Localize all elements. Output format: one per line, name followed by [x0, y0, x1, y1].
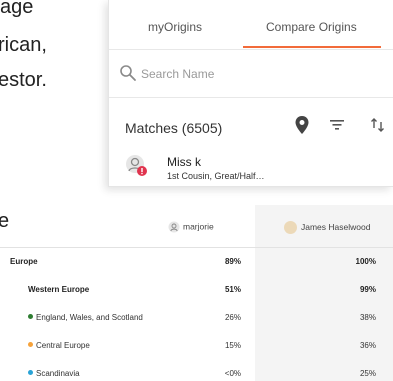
region-label: England, Wales, and Scotland	[28, 304, 143, 332]
region-color-dot	[28, 314, 33, 319]
search-bar	[109, 50, 393, 98]
user-b-percent: 38%	[359, 313, 376, 322]
user-b-percent: 100%	[355, 257, 376, 266]
filter-icon[interactable]	[329, 118, 345, 132]
search-icon	[120, 65, 136, 81]
tab-compare-origins[interactable]: Compare Origins	[266, 20, 357, 34]
region-name: Europe	[10, 257, 38, 266]
background-line: estor.	[0, 69, 47, 91]
tab-myorigins[interactable]: myOrigins	[148, 20, 202, 34]
search-input[interactable]	[141, 64, 371, 84]
map-pin-icon[interactable]	[294, 115, 310, 135]
user-a-percent: 89%	[224, 257, 241, 266]
user-a-percent: 15%	[224, 341, 241, 350]
match-relationship: 1st Cousin, Great/Half…	[167, 171, 265, 181]
background-line: rican,	[0, 34, 47, 56]
user-b-header: James Haselwood	[284, 221, 370, 234]
table-heading-partial: e	[0, 210, 10, 232]
matches-count-label: Matches (6505)	[125, 120, 223, 136]
background-line: age	[0, 0, 34, 18]
region-name: England, Wales, and Scotland	[36, 313, 143, 322]
active-tab-indicator	[243, 46, 381, 48]
region-label: Europe	[10, 248, 38, 276]
region-color-dot	[28, 342, 33, 347]
user-a-name: marjorie	[183, 221, 214, 232]
user-a-percent: <0%	[224, 369, 241, 378]
avatar-icon	[126, 155, 147, 176]
user-avatar-icon	[168, 221, 180, 233]
user-b-name: James Haselwood	[301, 221, 371, 232]
match-list-item[interactable]: Miss k 1st Cousin, Great/Half…	[109, 150, 393, 186]
table-row[interactable]: Central Europe 15% 36%	[0, 332, 393, 360]
sort-icon[interactable]	[369, 116, 387, 134]
user-a-percent: 26%	[224, 313, 241, 322]
user-b-percent: 36%	[359, 341, 376, 350]
region-name: Scandinavia	[36, 369, 80, 378]
user-b-percent: 25%	[359, 369, 376, 378]
region-name: Central Europe	[36, 341, 90, 350]
table-row[interactable]: Scandinavia <0% 25%	[0, 360, 393, 381]
region-name: Western Europe	[28, 285, 90, 294]
region-color-dot	[28, 370, 33, 375]
table-row[interactable]: Europe 89% 100%	[0, 248, 393, 276]
compare-origins-popup: myOrigins Compare Origins Matches (6505)	[108, 0, 393, 187]
table-row[interactable]: England, Wales, and Scotland 26% 38%	[0, 304, 393, 332]
user-a-header: marjorie	[168, 221, 214, 233]
match-name: Miss k	[167, 155, 201, 169]
ethnicity-comparison-table: e marjorie James Haselwood Europe 89% 100%…	[0, 205, 393, 381]
tab-bar: myOrigins Compare Origins	[109, 0, 393, 50]
region-label: Central Europe	[28, 332, 90, 360]
region-label: Scandinavia	[28, 360, 80, 381]
user-a-percent: 51%	[224, 285, 241, 294]
user-b-percent: 99%	[359, 285, 376, 294]
region-label: Western Europe	[28, 276, 89, 304]
user-b-avatar	[284, 221, 297, 234]
table-row[interactable]: Western Europe 51% 99%	[0, 276, 393, 304]
